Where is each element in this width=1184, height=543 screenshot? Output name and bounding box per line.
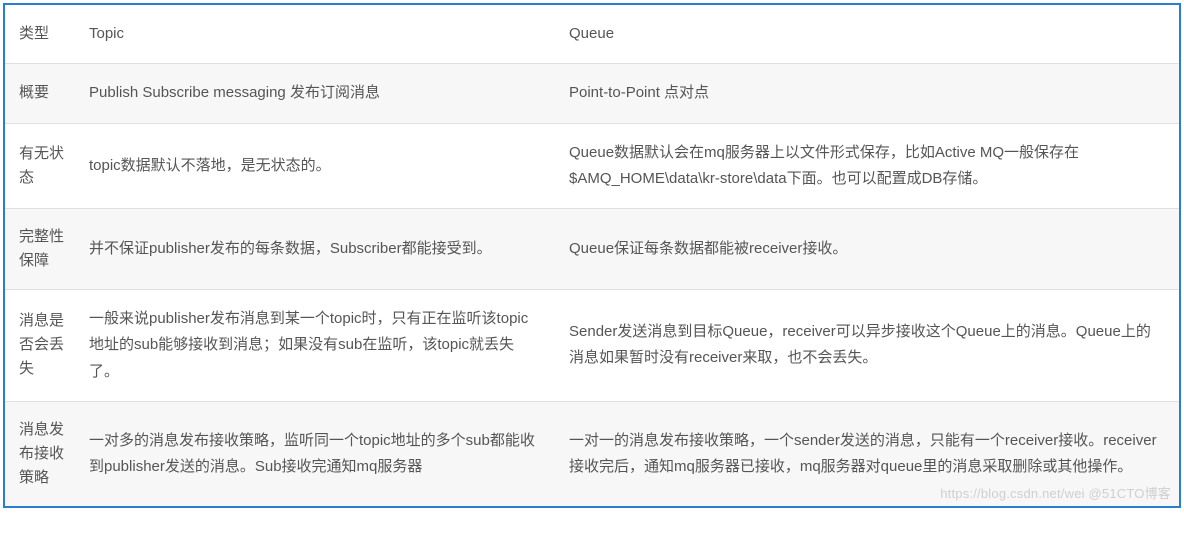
cell-queue: 一对一的消息发布接收策略，一个sender发送的消息，只能有一个receiver… <box>555 401 1179 506</box>
header-queue: Queue <box>555 5 1179 64</box>
row-label: 完整性保障 <box>5 209 75 290</box>
cell-topic: Publish Subscribe messaging 发布订阅消息 <box>75 64 555 123</box>
header-topic: Topic <box>75 5 555 64</box>
table-row: 概要 Publish Subscribe messaging 发布订阅消息 Po… <box>5 64 1179 123</box>
cell-topic: 一般来说publisher发布消息到某一个topic时，只有正在监听该topic… <box>75 290 555 402</box>
comparison-table: 类型 Topic Queue 概要 Publish Subscribe mess… <box>5 5 1179 506</box>
table-row: 有无状态 topic数据默认不落地，是无状态的。 Queue数据默认会在mq服务… <box>5 123 1179 209</box>
table-row: 消息是否会丢失 一般来说publisher发布消息到某一个topic时，只有正在… <box>5 290 1179 402</box>
row-label: 消息发布接收策略 <box>5 401 75 506</box>
table-row: 消息发布接收策略 一对多的消息发布接收策略，监听同一个topic地址的多个sub… <box>5 401 1179 506</box>
cell-topic: topic数据默认不落地，是无状态的。 <box>75 123 555 209</box>
table-header-row: 类型 Topic Queue <box>5 5 1179 64</box>
cell-queue: Queue保证每条数据都能被receiver接收。 <box>555 209 1179 290</box>
row-label: 概要 <box>5 64 75 123</box>
table-frame: 类型 Topic Queue 概要 Publish Subscribe mess… <box>3 3 1181 508</box>
header-type: 类型 <box>5 5 75 64</box>
row-label: 消息是否会丢失 <box>5 290 75 402</box>
row-label: 有无状态 <box>5 123 75 209</box>
table-row: 完整性保障 并不保证publisher发布的每条数据，Subscriber都能接… <box>5 209 1179 290</box>
cell-topic: 并不保证publisher发布的每条数据，Subscriber都能接受到。 <box>75 209 555 290</box>
cell-topic: 一对多的消息发布接收策略，监听同一个topic地址的多个sub都能收到publi… <box>75 401 555 506</box>
cell-queue: Queue数据默认会在mq服务器上以文件形式保存，比如Active MQ一般保存… <box>555 123 1179 209</box>
cell-queue: Sender发送消息到目标Queue，receiver可以异步接收这个Queue… <box>555 290 1179 402</box>
cell-queue: Point-to-Point 点对点 <box>555 64 1179 123</box>
